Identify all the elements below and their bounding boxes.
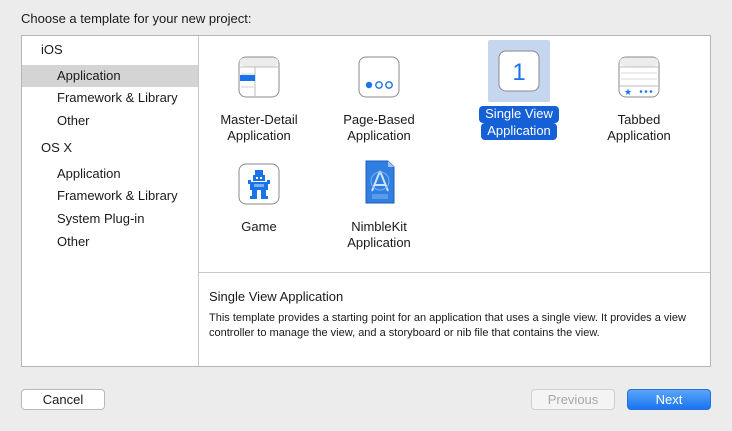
template-icon-frame [228,46,290,108]
template-panel: iOS Application Framework & Library Othe… [21,35,711,367]
master-detail-icon [238,56,280,98]
sidebar-group-osx: OS X [41,140,73,155]
sidebar-group-ios: iOS [41,42,63,57]
description-body: This template provides a starting point … [209,312,686,339]
sidebar-item-osx-application[interactable]: Application [22,163,198,185]
dialog-heading: Choose a template for your new project: [21,11,252,26]
sidebar-item-ios-application[interactable]: Application [22,65,198,87]
template-label: Master-Detail Application [220,112,298,143]
sidebar-item-osx-system-plugin[interactable]: System Plug-in [22,208,198,230]
description-title: Single View Application [209,289,344,304]
template-icon-frame: ★ [608,46,670,108]
nimblekit-icon [365,160,395,204]
template-game[interactable]: Game [204,149,314,234]
template-label: Tabbed Application [607,112,671,143]
next-button[interactable]: Next [627,389,711,410]
template-icon-frame [228,153,290,215]
template-label: NimbleKit Application [347,219,411,250]
svg-text:1: 1 [512,59,525,86]
previous-button[interactable]: Previous [531,389,615,410]
template-grid: Master-Detail Application Page-Based Appli… [199,36,710,272]
template-label: Page-Based Application [343,112,415,143]
sidebar-item-osx-framework-library[interactable]: Framework & Library [22,185,198,207]
template-nimblekit[interactable]: NimbleKit Application [324,149,434,250]
template-single-view[interactable]: 1 Single View Application [464,36,574,140]
tabbed-icon: ★ [618,56,660,98]
single-view-icon: 1 [498,50,540,92]
cancel-button[interactable]: Cancel [21,389,105,410]
svg-text:★: ★ [624,87,632,97]
page-based-icon [358,56,400,98]
template-icon-frame: 1 [488,40,550,102]
template-icon-frame [348,46,410,108]
template-label: Game [241,219,277,234]
sidebar-item-osx-other[interactable]: Other [22,231,198,253]
template-icon-frame [348,153,410,215]
sidebar-item-ios-other[interactable]: Other [22,110,198,132]
game-icon [238,163,280,205]
template-page-based[interactable]: Page-Based Application [324,42,434,143]
sidebar-item-ios-framework-library[interactable]: Framework & Library [22,87,198,109]
template-tabbed[interactable]: ★ Tabbed Application [584,42,694,143]
template-master-detail[interactable]: Master-Detail Application [204,42,314,143]
template-category-sidebar: iOS Application Framework & Library Othe… [22,36,199,366]
template-description: Single View Application This template pr… [199,272,710,366]
template-label: Single View Application [464,106,574,140]
